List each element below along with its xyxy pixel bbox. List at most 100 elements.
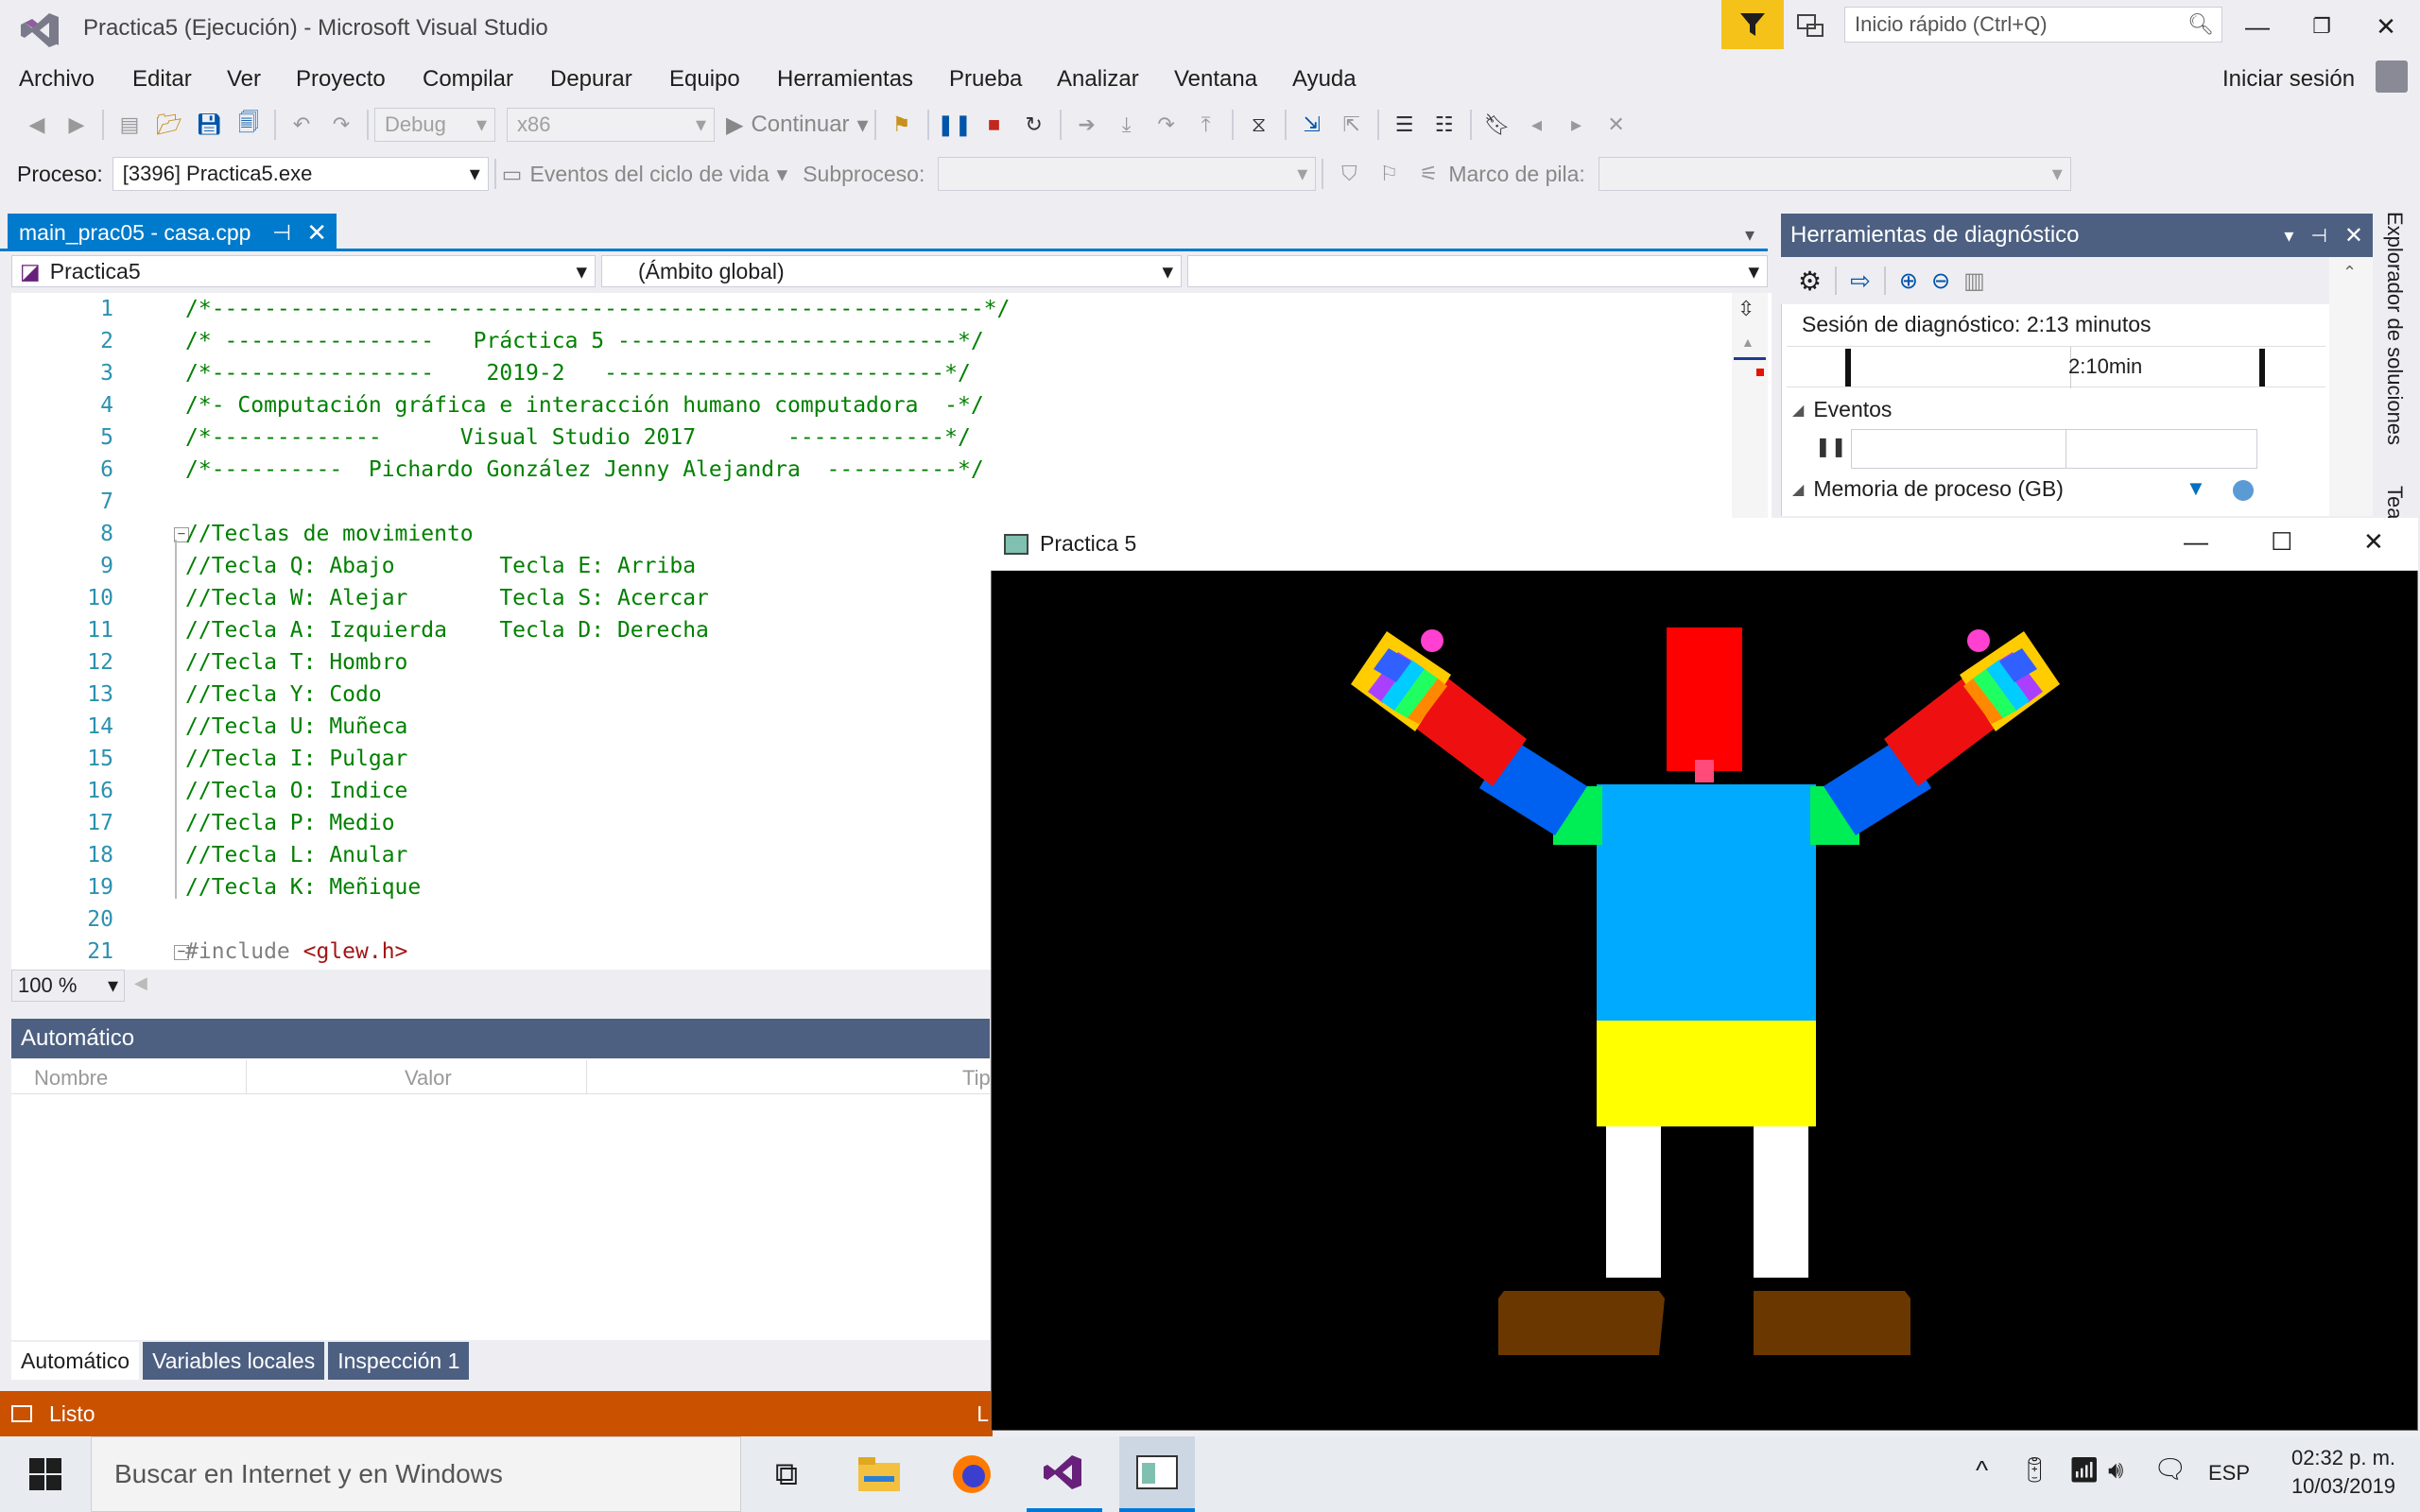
timeline-ruler[interactable]: 2:10min (1787, 346, 2325, 388)
memory-section[interactable]: ◢ Memoria de proceso (GB) (1792, 476, 2064, 502)
events-section[interactable]: ◢ Eventos (1792, 397, 1892, 422)
process-dropdown[interactable]: [3396] Practica5.exe ▾ (112, 157, 489, 191)
tab-variables-locales[interactable]: Variables locales (143, 1342, 325, 1380)
user-avatar-icon[interactable] (2376, 60, 2408, 93)
project-dropdown[interactable]: ◪ Practica5 ▾ (11, 255, 596, 287)
menu-herramientas[interactable]: Herramientas (777, 66, 913, 93)
menu-depurar[interactable]: Depurar (550, 66, 632, 93)
indent-icon[interactable]: ☰ (1390, 110, 1420, 140)
col-name[interactable]: Nombre (34, 1066, 108, 1091)
hex-display-icon[interactable]: ⧖ (1244, 110, 1274, 140)
firefox-icon[interactable] (934, 1436, 1010, 1512)
feedback-icon[interactable] (1791, 8, 1829, 45)
code-line[interactable]: 4 /*- Computación gráfica e interacción h… (11, 389, 1741, 421)
code-line[interactable]: 7 (11, 486, 1741, 518)
wifi-icon[interactable]: 📶︎ (2068, 1455, 2100, 1485)
close-tab-icon[interactable]: ✕ (306, 218, 327, 248)
stack-frame-dropdown[interactable]: ▾ (1598, 157, 2071, 191)
member-dropdown[interactable]: ▾ (1187, 255, 1768, 287)
taskbar-search-input[interactable]: Buscar en Internet y en Windows (91, 1436, 741, 1512)
chevron-down-icon[interactable]: ▾ (2284, 224, 2293, 248)
code-line[interactable]: 3 /*----------------- 2019-2 ------------… (11, 357, 1741, 389)
config-dropdown[interactable]: Debug ▾ (374, 108, 495, 142)
back-icon[interactable]: ◀ (22, 110, 52, 140)
menu-equipo[interactable]: Equipo (669, 66, 740, 93)
minimize-button[interactable]: — (2184, 527, 2208, 557)
menu-ver[interactable]: Ver (227, 66, 261, 93)
scroll-left-icon[interactable]: ◀ (134, 973, 147, 993)
menu-ayuda[interactable]: Ayuda (1292, 66, 1357, 93)
language-indicator[interactable]: ESP (2208, 1461, 2250, 1486)
menu-editar[interactable]: Editar (132, 66, 192, 93)
stack-icon[interactable]: ⚟ (1413, 159, 1443, 189)
scroll-up-icon[interactable]: ▲ (1741, 335, 1754, 350)
menu-ventana[interactable]: Ventana (1174, 66, 1257, 93)
clock[interactable]: 02:32 p. m. 10/03/2019 (2273, 1444, 2414, 1501)
code-line[interactable]: 1 /*-------------------------------------… (11, 293, 1741, 325)
menu-compilar[interactable]: Compilar (423, 66, 513, 93)
filter-threads-icon[interactable]: ⛉ (1334, 159, 1364, 189)
prev-bookmark-icon[interactable]: ◂ (1522, 110, 1552, 140)
pause-icon[interactable]: ❚❚ (937, 110, 972, 140)
process-icon[interactable]: ⚑ (887, 110, 917, 140)
uncomment-icon[interactable]: ⇱ (1337, 110, 1367, 140)
menu-proyecto[interactable]: Proyecto (296, 66, 386, 93)
scroll-up-icon[interactable]: ⌃ (2342, 263, 2357, 283)
lifecycle-events-button[interactable]: ▭ Eventos del ciclo de vida ▾ (502, 162, 787, 187)
tab-automatico[interactable]: Automático (11, 1342, 140, 1380)
settings-gear-icon[interactable]: ⚙ (1798, 266, 1822, 297)
quick-launch-input[interactable]: Inicio rápido (Ctrl+Q) 🔍︎ (1844, 7, 2222, 43)
code-line[interactable]: 2 /* ---------------- Práctica 5 --------… (11, 325, 1741, 357)
restart-icon[interactable]: ↻ (1019, 110, 1049, 140)
menu-archivo[interactable]: Archivo (19, 66, 95, 93)
undo-icon[interactable]: ↶ (286, 110, 317, 140)
visual-studio-logo-icon[interactable] (21, 11, 62, 49)
col-value[interactable]: Valor (405, 1066, 452, 1091)
minimize-button[interactable]: — (2229, 8, 2286, 45)
volume-icon[interactable]: 🔊︎ (2108, 1455, 2123, 1486)
thread-dropdown[interactable]: ▾ (938, 157, 1317, 191)
outdent-icon[interactable]: ☷ (1429, 110, 1460, 140)
step-over-icon[interactable]: ↷ (1151, 110, 1182, 140)
open-folder-icon[interactable]: 📂︎ (154, 110, 184, 140)
save-icon[interactable]: 💾︎ (194, 110, 224, 140)
notification-filter-icon[interactable] (1721, 0, 1784, 49)
file-explorer-icon[interactable] (841, 1436, 917, 1512)
tab-overflow-icon[interactable]: ▾ (1745, 223, 1754, 247)
step-into-icon[interactable]: ⤓ (1112, 110, 1142, 140)
save-all-icon[interactable]: 🗐 (233, 110, 264, 140)
menu-analizar[interactable]: Analizar (1057, 66, 1139, 93)
chart-icon[interactable]: ▥ (1963, 267, 1985, 295)
close-button[interactable]: ✕ (2358, 8, 2414, 45)
menu-prueba[interactable]: Prueba (949, 66, 1022, 93)
close-icon[interactable]: ✕ (2344, 222, 2363, 249)
show-next-statement-icon[interactable]: ➔ (1072, 110, 1102, 140)
task-view-icon[interactable]: ⧉ (749, 1436, 824, 1512)
sign-in-link[interactable]: Iniciar sesión (2222, 66, 2355, 93)
start-windows-icon[interactable] (8, 1436, 83, 1512)
opengl-canvas[interactable] (992, 571, 2417, 1431)
scroll-thumb[interactable] (1734, 357, 1766, 360)
tab-inspeccion[interactable]: Inspección 1 (328, 1342, 470, 1380)
code-line[interactable]: 5 /*------------- Visual Studio 2017 ----… (11, 421, 1741, 454)
code-line[interactable]: 6 /*---------- Pichardo González Jenny Al… (11, 454, 1741, 486)
scope-dropdown[interactable]: (Ámbito global) ▾ (601, 255, 1182, 287)
solution-explorer-tab[interactable]: Explorador de soluciones Tea (2373, 198, 2420, 520)
stop-icon[interactable]: ■ (979, 110, 1010, 140)
document-tab[interactable]: main_prac05 - casa.cpp ⊣ ✕ (8, 214, 337, 251)
pin-icon[interactable]: ⊣ (272, 220, 291, 246)
practica-taskbar-icon[interactable] (1119, 1436, 1195, 1512)
visual-studio-taskbar-icon[interactable] (1027, 1436, 1102, 1512)
flag-threads-icon[interactable]: ⚐ (1374, 159, 1404, 189)
next-bookmark-icon[interactable]: ▸ (1562, 110, 1592, 140)
platform-dropdown[interactable]: x86 ▾ (507, 108, 715, 142)
split-icon[interactable]: ⇳ (1737, 297, 1754, 321)
export-icon[interactable]: ⇨ (1850, 266, 1871, 296)
diagnostics-scrollbar[interactable]: ⌃ (2329, 257, 2373, 516)
maximize-button[interactable]: ☐ (2271, 527, 2292, 557)
team-explorer-label[interactable]: Tea (2382, 486, 2407, 519)
col-type[interactable]: Tip (962, 1066, 991, 1091)
redo-icon[interactable]: ↷ (326, 110, 356, 140)
step-out-icon[interactable]: ⤒ (1191, 110, 1221, 140)
battery-icon[interactable]: 🔋︎ (2019, 1455, 2050, 1485)
